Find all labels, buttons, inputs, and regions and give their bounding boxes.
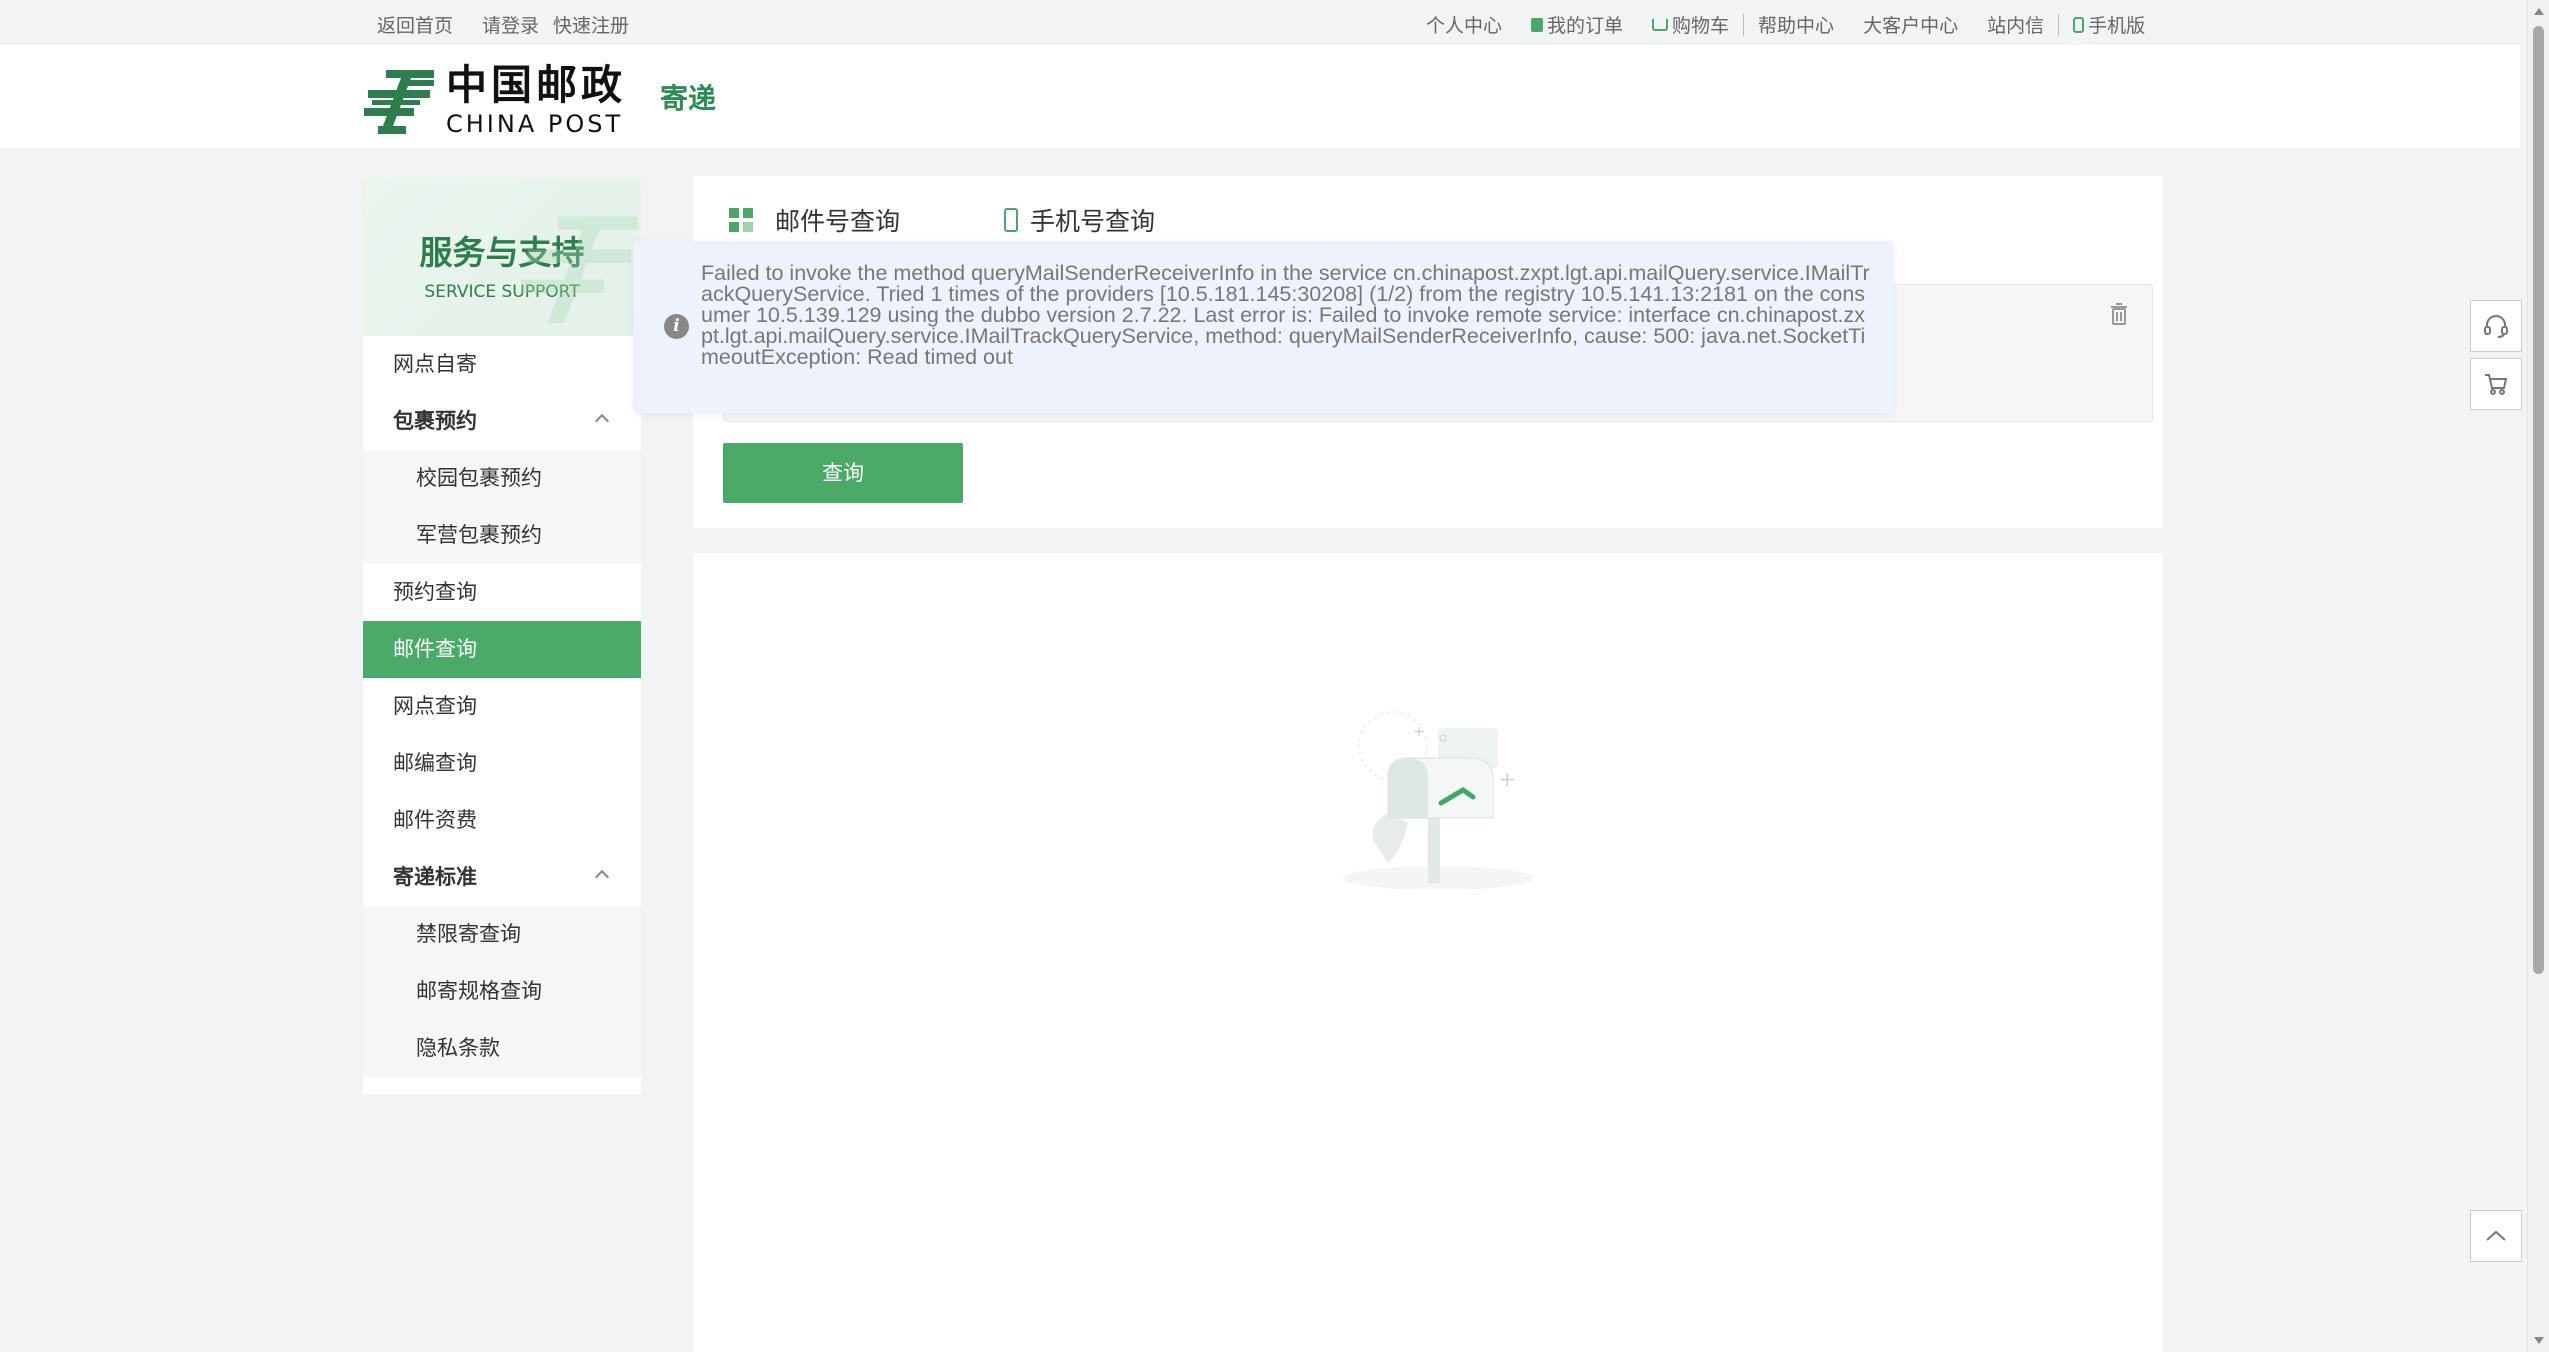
tab-phone-number[interactable]: 手机号查询 [1004,202,1155,238]
info-icon: i [664,314,689,339]
error-message-text: Failed to invoke the method queryMailSen… [701,261,1870,369]
cart-icon [2485,374,2508,395]
sidebar-item-mail-query[interactable]: 邮件查询 [363,621,641,678]
tab-mail-number[interactable]: 邮件号查询 [729,202,900,238]
svg-text:+: + [1499,767,1516,791]
sidebar-submenu: 禁限寄查询 邮寄规格查询 隐私条款 [363,906,641,1077]
personal-center-link[interactable]: 个人中心 [1426,11,1502,38]
scroll-down-arrow-icon[interactable] [2534,1337,2544,1344]
service-title: 寄递 [660,81,717,115]
query-button[interactable]: 查询 [723,443,963,503]
empty-mailbox-illustration: + + [1343,711,1533,890]
sidebar-group-label: 寄递标准 [393,865,477,889]
sidebar-item-booking-query[interactable]: 预约查询 [363,564,641,621]
sidebar-header: 服务与支持 SERVICE SUPPORT [363,178,641,336]
header: 中国邮政 CHINA POST 寄递 [0,45,2520,148]
scroll-up-arrow-icon[interactable] [2534,8,2544,15]
mobile-label: 手机版 [2088,15,2146,37]
sidebar-item-postage[interactable]: 邮件资费 [363,792,641,849]
sidebar-item-label: 邮件查询 [393,637,477,661]
tab-label: 邮件号查询 [775,207,901,236]
sidebar-item-campus-booking[interactable]: 校园包裹预约 [363,450,641,507]
divider [1743,13,1745,36]
sidebar-item-privacy[interactable]: 隐私条款 [363,1020,641,1077]
qr-code-icon [729,208,753,232]
scrollbar-thumb[interactable] [2533,26,2544,974]
china-post-logo[interactable]: 中国邮政 CHINA POST 寄递 [364,65,716,136]
error-message-popup: i Failed to invoke the method queryMailS… [633,241,1893,413]
shopping-cart-button[interactable] [2470,358,2522,410]
sidebar-group-label: 包裹预约 [393,409,477,433]
sidebar: 服务与支持 SERVICE SUPPORT 网点自寄 包裹预约 校园包裹预约 军… [363,178,641,1094]
sidebar-item-military-booking[interactable]: 军营包裹预约 [363,507,641,564]
sidebar-group-parcel-booking[interactable]: 包裹预约 [363,393,641,450]
login-link[interactable]: 请登录 [482,11,539,38]
big-client-link[interactable]: 大客户中心 [1863,11,1958,38]
back-to-top-button[interactable] [2470,1210,2522,1262]
phone-icon [1004,208,1019,232]
top-bar: 返回首页 请登录 快速注册 个人中心 我的订单 购物车 帮助中心 大客户中心 站… [0,0,2520,45]
cart-label: 购物车 [1672,15,1730,37]
sidebar-item-size-spec-query[interactable]: 邮寄规格查询 [363,963,641,1020]
register-link[interactable]: 快速注册 [553,11,629,38]
phone-icon [2073,16,2085,33]
chevron-up-icon [594,869,610,885]
decorative-emblem-icon [521,216,638,323]
help-center-link[interactable]: 帮助中心 [1758,11,1834,38]
logo-chinese-text: 中国邮政 [446,61,626,109]
mobile-link[interactable]: 手机版 [2073,11,2145,38]
cart-link[interactable]: 购物车 [1652,11,1729,38]
my-orders-link[interactable]: 我的订单 [1531,11,1623,38]
order-icon [1531,17,1544,32]
svg-text:+: + [1413,724,1425,740]
customer-service-button[interactable] [2470,300,2522,352]
sidebar-item-prohibited-query[interactable]: 禁限寄查询 [363,906,641,963]
sidebar-submenu: 校园包裹预约 军营包裹预约 [363,450,641,564]
trash-icon[interactable] [2110,303,2128,325]
chevron-up-icon [2486,1230,2506,1241]
logo-english-text: CHINA POST [446,110,624,138]
inbox-link[interactable]: 站内信 [1987,11,2044,38]
scrollbar[interactable] [2527,0,2549,1352]
home-link[interactable]: 返回首页 [377,11,453,38]
result-panel: + + [693,553,2163,1352]
sidebar-item-branch-self-send[interactable]: 网点自寄 [363,336,641,393]
sidebar-item-branch-query[interactable]: 网点查询 [363,678,641,735]
headset-icon [2484,315,2508,338]
sidebar-group-shipping-standards[interactable]: 寄递标准 [363,849,641,906]
tab-label: 手机号查询 [1030,207,1156,236]
cart-icon [1652,18,1669,31]
china-post-emblem-icon [364,69,434,134]
divider [2058,13,2060,36]
my-orders-label: 我的订单 [1547,15,1624,37]
sidebar-item-postcode-query[interactable]: 邮编查询 [363,735,641,792]
chevron-up-icon [594,413,610,429]
